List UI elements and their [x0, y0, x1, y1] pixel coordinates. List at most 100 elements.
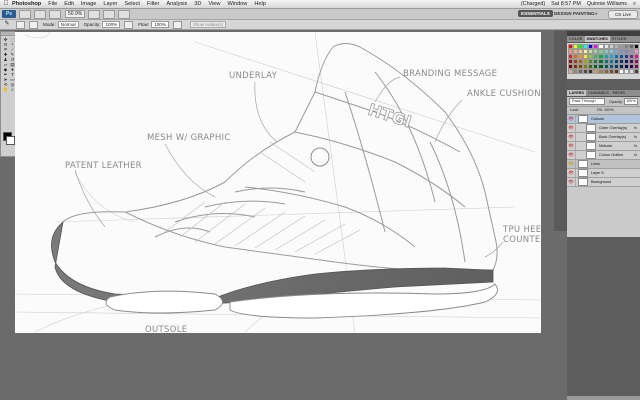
view-extras-button[interactable]	[49, 9, 61, 19]
workspace-essentials[interactable]: ESSENTIALS	[518, 10, 553, 17]
layer-name: Layer 5	[591, 171, 604, 175]
menu-edit[interactable]: Edit	[64, 1, 74, 7]
layer-thumbnail	[586, 142, 596, 150]
visibility-eye-icon[interactable]: 👁	[567, 133, 576, 141]
spotlight-icon[interactable]: ⌕	[633, 1, 636, 8]
fill-field[interactable]: 100%	[604, 107, 614, 114]
hand-tool-icon[interactable]: ✋	[2, 87, 9, 92]
folder-icon	[578, 115, 588, 123]
layer-row[interactable]: 👁 Outsole	[567, 115, 640, 124]
flow-field[interactable]: 100%	[151, 21, 169, 28]
layer-row[interactable]: 👁 Lines	[567, 160, 640, 169]
application-bar: Ps 50.9% ESSENTIALS DESIGN PAINTING » CS…	[0, 9, 640, 20]
menu-3d[interactable]: 3D	[194, 1, 201, 7]
layer-effects-icon[interactable]: fx	[634, 144, 637, 148]
menu-select[interactable]: Select	[124, 1, 140, 7]
annotation-mesh: MESH W/ GRAPHIC	[147, 133, 231, 143]
layer-name: Outer Overlay(s)	[599, 126, 628, 130]
annotation-ankle: ANKLE CUSHION	[467, 89, 541, 99]
tab-layers[interactable]: LAYERS	[567, 90, 587, 96]
sneaker-sketch: HTGI UNDERLAY BRANDING MESSAGE ANKLE CUS…	[15, 32, 541, 333]
screen-mode-button[interactable]	[118, 9, 131, 19]
menu-help[interactable]: Help	[254, 1, 266, 7]
annotation-branding: BRANDING MESSAGE	[403, 69, 497, 79]
annotation-underlay: UNDERLAY	[229, 71, 278, 81]
launch-bridge-button[interactable]	[19, 9, 31, 19]
brush-panel-toggle[interactable]	[29, 20, 38, 29]
layer-name: Outsole	[591, 117, 605, 121]
tab-styles[interactable]: STYLES	[610, 36, 629, 42]
document-window: HTGI UNDERLAY BRANDING MESSAGE ANKLE CUS…	[15, 31, 549, 400]
blend-mode-select[interactable]: Pass Through	[569, 98, 605, 105]
layer-thumbnail	[586, 151, 596, 159]
layer-row[interactable]: 👁 Back Overlay(s) fx	[567, 133, 640, 142]
layer-effects-icon[interactable]: fx	[634, 153, 637, 157]
visibility-eye-icon[interactable]: 👁	[567, 160, 576, 168]
cs-live-button[interactable]: CS Live	[608, 10, 638, 19]
brush-preset-picker[interactable]	[16, 20, 25, 29]
visibility-eye-icon[interactable]: 👁	[567, 151, 576, 159]
tab-swatches[interactable]: SWATCHES	[584, 36, 610, 42]
sneaker-sketch-canvas[interactable]: HTGI UNDERLAY BRANDING MESSAGE ANKLE CUS…	[15, 32, 541, 333]
layers-panel: Pass Through Opacity: 100% Lock: Fill: 1…	[567, 97, 640, 237]
menu-bar:  Photoshop File Edit Image Layer Select…	[0, 0, 640, 9]
hand-tool-button[interactable]	[88, 9, 101, 19]
menu-file[interactable]: File	[48, 1, 57, 7]
background-color-swatch[interactable]	[6, 136, 15, 145]
visibility-eye-icon[interactable]: 👁	[567, 169, 576, 177]
visibility-eye-icon[interactable]: 👁	[567, 178, 576, 186]
layer-effects-icon[interactable]: fx	[634, 135, 637, 139]
layer-name: Colour Outline	[599, 153, 624, 157]
menu-image[interactable]: Image	[81, 1, 97, 7]
clock[interactable]: Sat 8:57 PM	[551, 1, 581, 7]
layer-opacity-label: Opacity:	[609, 99, 623, 104]
layer-row[interactable]: 👁 Colour Outline fx	[567, 151, 640, 160]
fill-label: Fill:	[597, 108, 603, 112]
mode-label: Mode:	[43, 22, 56, 27]
pressure-opacity-button[interactable]	[124, 20, 134, 29]
workspace-more-button[interactable]: »	[592, 10, 601, 17]
menu-layer[interactable]: Layer	[103, 1, 117, 7]
layer-thumbnail	[586, 124, 596, 132]
launch-minibridge-button[interactable]	[34, 9, 46, 19]
visibility-eye-icon[interactable]: 👁	[567, 124, 576, 132]
annotation-tpu-heel: TPU HEEL	[502, 225, 541, 235]
layer-row[interactable]: 👁 Background	[567, 178, 640, 187]
show-isolate-checkbox[interactable]: Show Isolate(s)	[189, 21, 227, 28]
flow-label: Flow:	[138, 22, 150, 27]
menu-analysis[interactable]: Analysis	[166, 1, 187, 7]
arrange-documents-button[interactable]	[103, 9, 116, 19]
visibility-eye-icon[interactable]: 👁	[567, 142, 576, 150]
layer-thumbnail	[586, 133, 596, 141]
layer-row[interactable]: 👁 Midsole fx	[567, 142, 640, 151]
battery-status[interactable]: (Charged)	[521, 1, 545, 7]
apple-menu-icon[interactable]: 	[0, 0, 12, 8]
menu-view[interactable]: View	[208, 1, 220, 7]
photoshop-logo: Ps	[2, 10, 16, 18]
tab-paths[interactable]: PATHS	[611, 90, 627, 96]
visibility-eye-icon[interactable]: 👁	[567, 115, 576, 123]
airbrush-button[interactable]	[172, 20, 182, 29]
brush-icon[interactable]: ✎	[2, 21, 12, 28]
layer-effects-icon[interactable]: fx	[634, 126, 637, 130]
menu-app-name[interactable]: Photoshop	[12, 1, 41, 7]
layer-row[interactable]: 👁 Outer Overlay(s) fx	[567, 124, 640, 133]
opacity-field[interactable]: 100%	[102, 21, 121, 28]
user-name[interactable]: Quinnie Williams	[587, 1, 627, 7]
layer-opacity-field[interactable]: 100%	[623, 98, 638, 105]
tab-color[interactable]: COLOR	[567, 36, 585, 42]
layer-name: Back Overlay(s)	[599, 135, 627, 139]
layer-thumbnail	[578, 178, 588, 186]
annotation-counter: COUNTER	[503, 235, 541, 245]
color-swatch[interactable]	[633, 69, 639, 74]
menu-filter[interactable]: Filter	[147, 1, 159, 7]
tab-channels[interactable]: CHANNELS	[586, 90, 611, 96]
layer-name: Background	[591, 180, 612, 184]
layer-row[interactable]: 👁 Layer 5	[567, 169, 640, 178]
layer-name: Lines	[591, 162, 601, 166]
mode-select[interactable]: Normal	[57, 21, 79, 28]
options-bar: ✎ Mode: Normal Opacity: 100% Flow: 100% …	[0, 20, 640, 30]
zoom-level-field[interactable]: 50.9%	[65, 10, 86, 18]
layers-panel-footer	[567, 396, 640, 400]
menu-window[interactable]: Window	[227, 1, 247, 7]
